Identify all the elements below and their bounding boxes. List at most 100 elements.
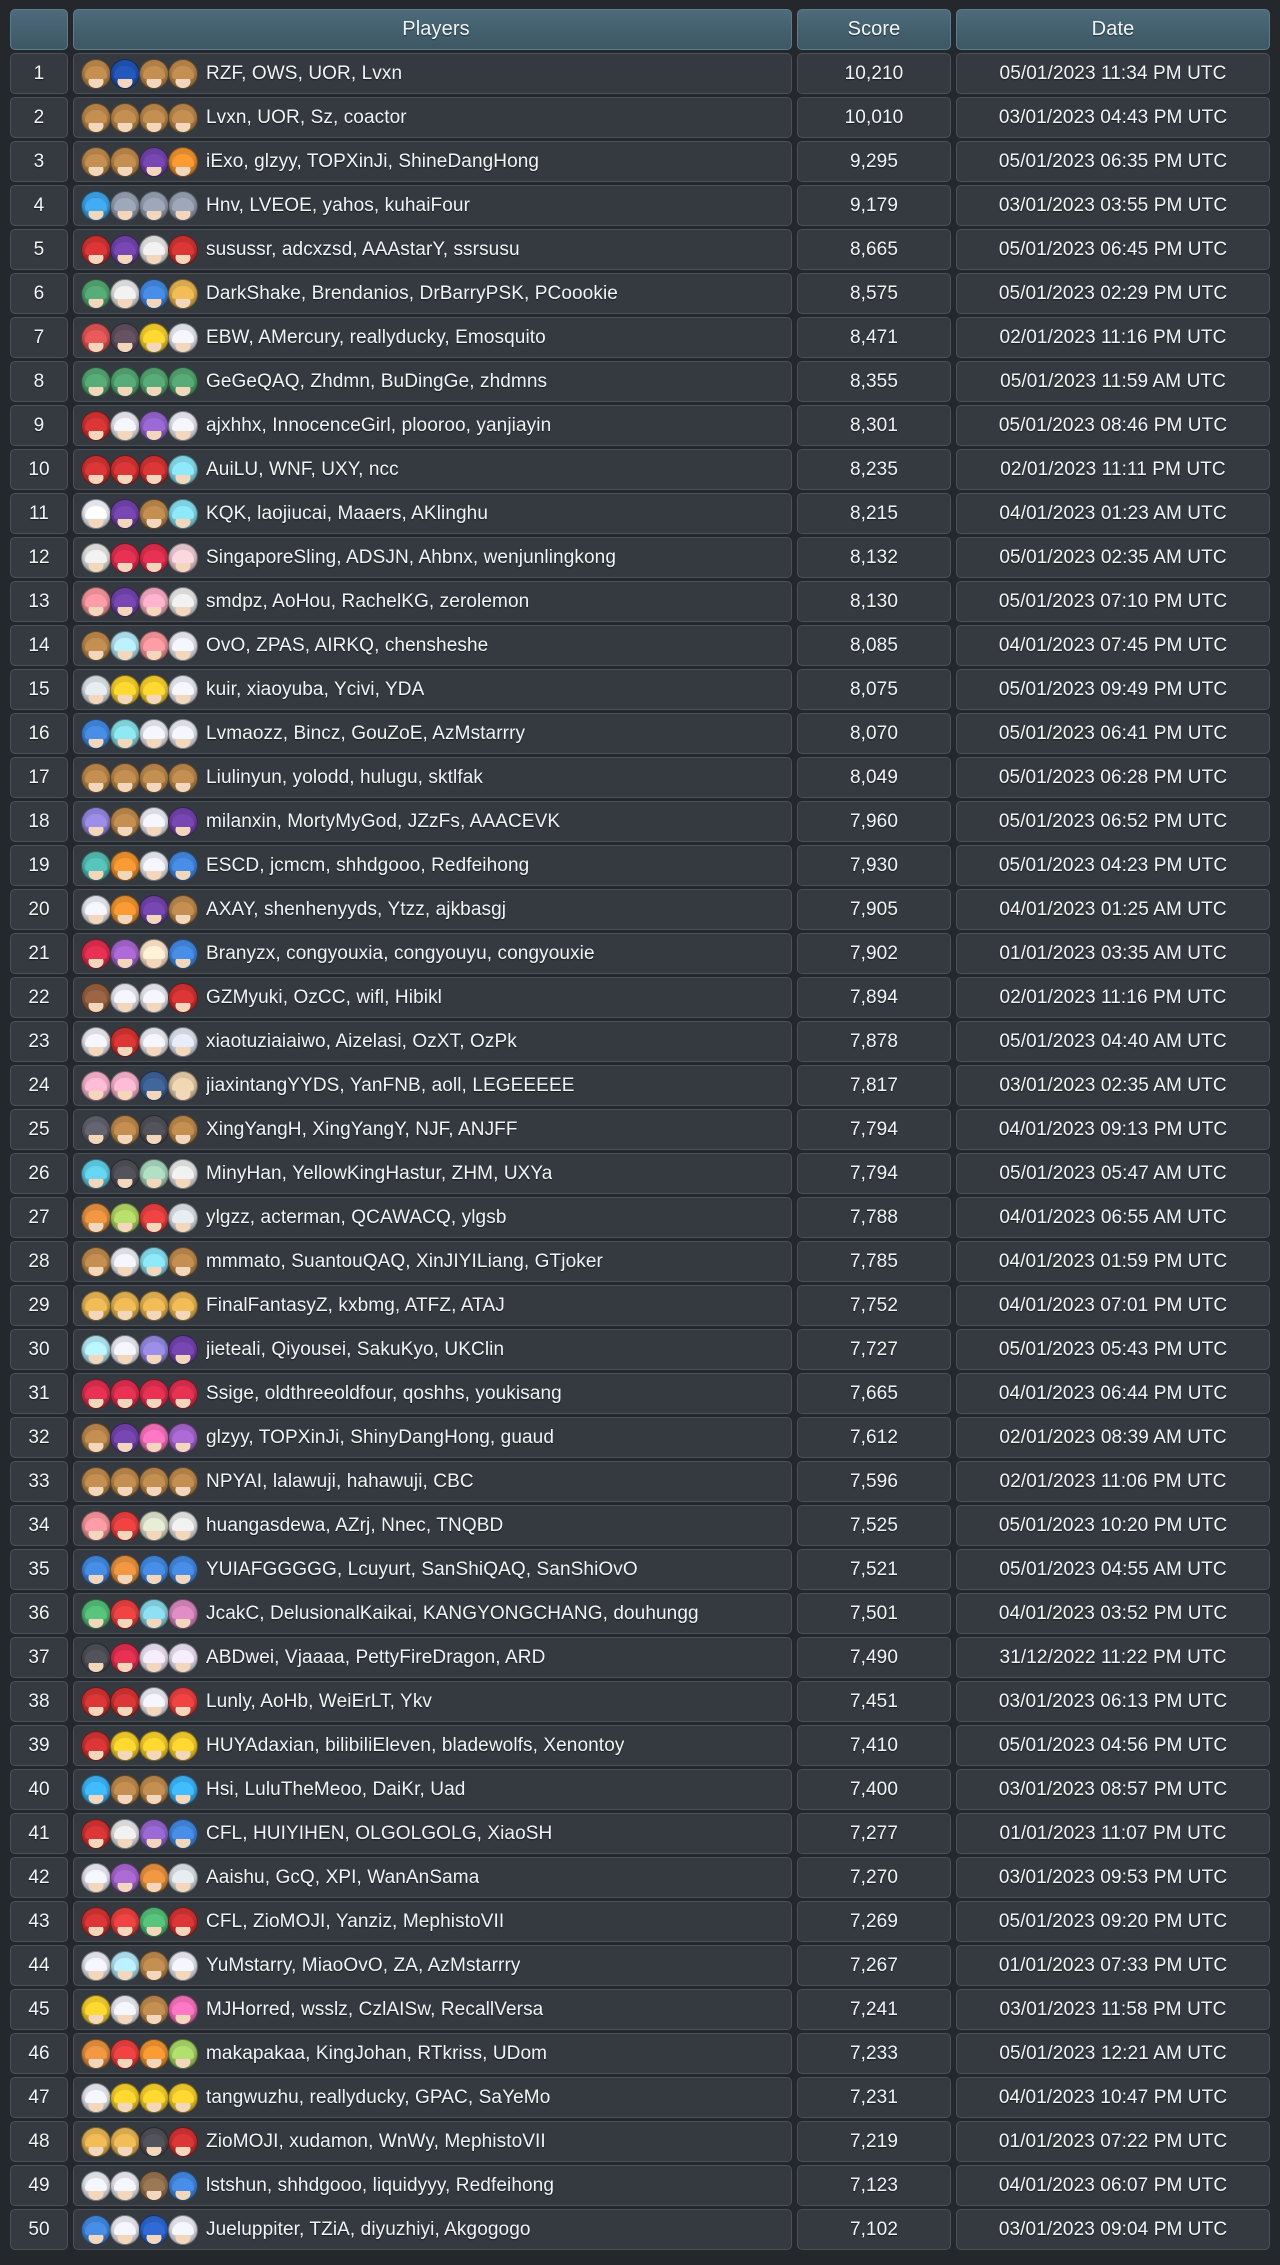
players-cell: YUIAFGGGGG, Lcuyurt, SanShiQAQ, SanShiOv… — [73, 1549, 792, 1590]
table-row[interactable]: 46 makapakaa, KingJohan, RTkriss, UDom 7,2… — [10, 2033, 1270, 2074]
table-row[interactable]: 2 Lvxn, UOR, Sz, coactor 10,010 03/01/2023 … — [10, 97, 1270, 138]
table-row[interactable]: 32 glzyy, TOPXinJi, ShinyDangHong, guaud 7… — [10, 1417, 1270, 1458]
avatar — [168, 850, 198, 881]
table-row[interactable]: 20 AXAY, shenhenyyds, Ytzz, ajkbasgj 7,905… — [10, 889, 1270, 930]
table-row[interactable]: 17 Liulinyun, yolodd, hulugu, sktlfak 8,04… — [10, 757, 1270, 798]
table-row[interactable]: 36 JcakC, DelusionalKaikai, KANGYONGCHANG… — [10, 1593, 1270, 1634]
table-row[interactable]: 21 Branyzx, congyouxia, congyouyu, congyo… — [10, 933, 1270, 974]
table-row[interactable]: 7 EBW, AMercury, reallyducky, Emosquito 8,… — [10, 317, 1270, 358]
table-row[interactable]: 42 Aaishu, GcQ, XPI, WanAnSama 7,270 03/01/… — [10, 1857, 1270, 1898]
avatar — [81, 2038, 111, 2069]
table-row[interactable]: 26 MinyHan, YellowKingHastur, ZHM, UXYa 7,… — [10, 1153, 1270, 1194]
players-cell: CFL, ZioMOJI, Yanziz, MephistoVII — [73, 1901, 792, 1942]
table-row[interactable]: 35 YUIAFGGGGG, Lcuyurt, SanShiQAQ, SanShi… — [10, 1549, 1270, 1590]
table-row[interactable]: 27 ylgzz, acterman, QCAWACQ, ylgsb 7,788 04… — [10, 1197, 1270, 1238]
avatar — [81, 102, 111, 133]
avatar — [168, 1466, 198, 1497]
date-cell: 05/01/2023 11:59 AM UTC — [956, 361, 1270, 402]
table-row[interactable]: 29 FinalFantasyZ, kxbmg, ATFZ, ATAJ 7,752 0… — [10, 1285, 1270, 1326]
table-row[interactable]: 34 huangasdewa, AZrj, Nnec, TNQBD 7,525 05/… — [10, 1505, 1270, 1546]
date-cell: 04/01/2023 01:23 AM UTC — [956, 493, 1270, 534]
column-header-players[interactable]: Players — [73, 9, 792, 50]
table-row[interactable]: 47 tangwuzhu, reallyducky, GPAC, SaYeMo 7,… — [10, 2077, 1270, 2118]
column-header-date[interactable]: Date — [956, 9, 1270, 50]
table-row[interactable]: 14 OvO, ZPAS, AIRKQ, chensheshe 8,085 04/01… — [10, 625, 1270, 666]
score-cell: 7,525 — [797, 1505, 951, 1546]
table-row[interactable]: 19 ESCD, jcmcm, shhdgooo, Redfeihong 7,930… — [10, 845, 1270, 886]
score-cell: 7,596 — [797, 1461, 951, 1502]
table-row[interactable]: 37 ABDwei, Vjaaaa, PettyFireDragon, ARD 7,… — [10, 1637, 1270, 1678]
avatar-group — [81, 1290, 198, 1321]
table-row[interactable]: 23 xiaotuziaiaiwo, Aizelasi, OzXT, OzPk 7,… — [10, 1021, 1270, 1062]
player-names: XingYangH, XingYangY, NJF, ANJFF — [206, 1118, 518, 1140]
avatar — [110, 2126, 140, 2157]
table-row[interactable]: 43 CFL, ZioMOJI, Yanziz, MephistoVII 7,269… — [10, 1901, 1270, 1942]
avatar-group — [81, 718, 198, 749]
column-header-rank[interactable] — [10, 9, 68, 50]
avatar — [139, 146, 169, 177]
player-names: AXAY, shenhenyyds, Ytzz, ajkbasgj — [206, 898, 507, 920]
player-names: MJHorred, wsslz, CzlAISw, RecallVersa — [206, 1998, 544, 2020]
score-cell: 7,930 — [797, 845, 951, 886]
table-row[interactable]: 13 smdpz, AoHou, RachelKG, zerolemon 8,130… — [10, 581, 1270, 622]
date-cell: 03/01/2023 11:58 PM UTC — [956, 1989, 1270, 2030]
table-row[interactable]: 41 CFL, HUIYIHEN, OLGOLGOLG, XiaoSH 7,277 0… — [10, 1813, 1270, 1854]
avatar — [110, 234, 140, 265]
date-cell: 02/01/2023 11:06 PM UTC — [956, 1461, 1270, 1502]
avatar-group — [81, 1730, 198, 1761]
date-cell: 03/01/2023 09:53 PM UTC — [956, 1857, 1270, 1898]
table-row[interactable]: 49 lstshun, shhdgooo, liquidyyy, Redfeiho… — [10, 2165, 1270, 2206]
score-cell: 9,295 — [797, 141, 951, 182]
score-cell: 7,788 — [797, 1197, 951, 1238]
table-row[interactable]: 10 AuiLU, WNF, UXY, ncc 8,235 02/01/2023 11… — [10, 449, 1270, 490]
table-row[interactable]: 45 MJHorred, wsslz, CzlAISw, RecallVersa 7… — [10, 1989, 1270, 2030]
player-names: ylgzz, acterman, QCAWACQ, ylgsb — [206, 1206, 507, 1228]
avatar — [81, 762, 111, 793]
table-row[interactable]: 8 GeGeQAQ, Zhdmn, BuDingGe, zhdmns 8,355 05… — [10, 361, 1270, 402]
table-row[interactable]: 16 Lvmaozz, Bincz, GouZoE, AzMstarrry 8,07… — [10, 713, 1270, 754]
table-row[interactable]: 9 ajxhhx, InnocenceGirl, plooroo, yanjiay… — [10, 405, 1270, 446]
table-row[interactable]: 1 RZF, OWS, UOR, Lvxn 10,210 05/01/2023 11:… — [10, 53, 1270, 94]
table-row[interactable]: 12 SingaporeSling, ADSJN, Ahbnx, wenjunli… — [10, 537, 1270, 578]
table-row[interactable]: 18 milanxin, MortyMyGod, JZzFs, AAACEVK 7,… — [10, 801, 1270, 842]
score-cell: 8,130 — [797, 581, 951, 622]
table-row[interactable]: 3 iExo, glzyy, TOPXinJi, ShineDangHong 9,2… — [10, 141, 1270, 182]
table-row[interactable]: 6 DarkShake, Brendanios, DrBarryPSK, PCoo… — [10, 273, 1270, 314]
date-cell: 01/01/2023 07:33 PM UTC — [956, 1945, 1270, 1986]
column-header-score[interactable]: Score — [797, 9, 951, 50]
players-cell: Lunly, AoHb, WeiErLT, Ykv — [73, 1681, 792, 1722]
rank-cell: 5 — [10, 229, 68, 270]
players-cell: smdpz, AoHou, RachelKG, zerolemon — [73, 581, 792, 622]
players-cell: KQK, laojiucai, Maaers, AKlinghu — [73, 493, 792, 534]
players-cell: ESCD, jcmcm, shhdgooo, Redfeihong — [73, 845, 792, 886]
rank-cell: 2 — [10, 97, 68, 138]
score-cell: 7,400 — [797, 1769, 951, 1810]
table-row[interactable]: 44 YuMstarry, MiaoOvO, ZA, AzMstarrry 7,26… — [10, 1945, 1270, 1986]
table-row[interactable]: 30 jieteali, Qiyousei, SakuKyo, UKClin 7,7… — [10, 1329, 1270, 1370]
avatar — [168, 322, 198, 353]
table-row[interactable]: 15 kuir, xiaoyuba, Ycivi, YDA 8,075 05/01/2… — [10, 669, 1270, 710]
players-cell: RZF, OWS, UOR, Lvxn — [73, 53, 792, 94]
table-row[interactable]: 25 XingYangH, XingYangY, NJF, ANJFF 7,794 0… — [10, 1109, 1270, 1150]
table-row[interactable]: 11 KQK, laojiucai, Maaers, AKlinghu 8,215 0… — [10, 493, 1270, 534]
date-cell: 05/01/2023 09:20 PM UTC — [956, 1901, 1270, 1942]
table-row[interactable]: 38 Lunly, AoHb, WeiErLT, Ykv 7,451 03/01/20… — [10, 1681, 1270, 1722]
table-row[interactable]: 28 mmmato, SuantouQAQ, XinJIYILiang, GTjo… — [10, 1241, 1270, 1282]
avatar-group — [81, 2170, 198, 2201]
score-cell: 7,490 — [797, 1637, 951, 1678]
avatar — [168, 1686, 198, 1717]
table-row[interactable]: 4 Hnv, LVEOE, yahos, kuhaiFour 9,179 03/01/… — [10, 185, 1270, 226]
avatar — [81, 542, 111, 573]
table-row[interactable]: 31 Ssige, oldthreeoldfour, qoshhs, youkis… — [10, 1373, 1270, 1414]
table-row[interactable]: 24 jiaxintangYYDS, YanFNB, aoll, LEGEEEEE… — [10, 1065, 1270, 1106]
table-row[interactable]: 22 GZMyuki, OzCC, wifl, Hibikl 7,894 02/01/… — [10, 977, 1270, 1018]
avatar — [110, 2214, 140, 2245]
table-row[interactable]: 48 ZioMOJI, xudamon, WnWy, MephistoVII 7,2… — [10, 2121, 1270, 2162]
table-row[interactable]: 33 NPYAI, lalawuji, hahawuji, CBC 7,596 02/… — [10, 1461, 1270, 1502]
rank-cell: 13 — [10, 581, 68, 622]
table-row[interactable]: 40 Hsi, LuluTheMeoo, DaiKr, Uad 7,400 03/01… — [10, 1769, 1270, 1810]
table-row[interactable]: 50 Jueluppiter, TZiA, diyuzhiyi, Akgogogo… — [10, 2209, 1270, 2250]
table-row[interactable]: 5 susussr, adcxzsd, AAAstarY, ssrsusu 8,66… — [10, 229, 1270, 270]
table-row[interactable]: 39 HUYAdaxian, bilibiliEleven, bladewolfs… — [10, 1725, 1270, 1766]
date-cell: 01/01/2023 03:35 AM UTC — [956, 933, 1270, 974]
